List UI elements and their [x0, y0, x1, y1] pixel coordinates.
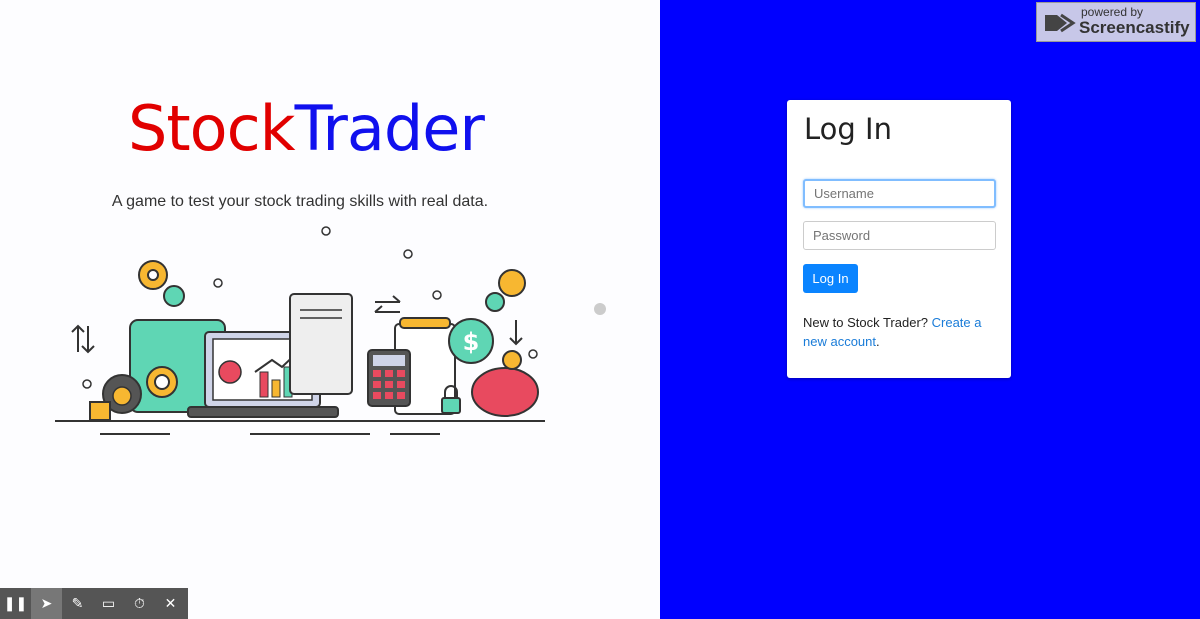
resize-handle[interactable] [594, 303, 606, 315]
username-input[interactable] [803, 179, 996, 208]
login-button[interactable]: Log In [803, 264, 858, 293]
timer-icon[interactable]: ⏱ [124, 588, 155, 619]
pen-icon[interactable]: ✎ [62, 588, 93, 619]
signup-suffix: . [876, 334, 880, 349]
login-title: Log In [804, 112, 892, 146]
brand-stock: Stock [128, 92, 296, 165]
screencastify-name: Screencastify [1079, 18, 1190, 37]
login-card: Log In Log In New to Stock Trader? Creat… [787, 100, 1011, 378]
tagline: A game to test your stock trading skills… [111, 193, 489, 210]
password-input[interactable] [803, 221, 996, 250]
brand-trader: Trader [294, 92, 485, 165]
finance-illustration: $ [55, 226, 545, 435]
screencastify-badge: powered by Screencastify [1036, 2, 1196, 42]
cursor-icon[interactable]: ➤ [31, 588, 62, 619]
pause-icon[interactable]: ❚❚ [0, 588, 31, 619]
close-icon[interactable]: ✕ [155, 588, 186, 619]
eraser-icon[interactable]: ▭ [93, 588, 124, 619]
brand-logo: StockTrader [128, 92, 485, 165]
svg-text:$: $ [463, 328, 480, 356]
powered-by-text: powered by [1081, 5, 1144, 19]
signup-prompt: New to Stock Trader? Create a new accoun… [803, 313, 998, 351]
screencastify-logo-icon [1045, 13, 1076, 33]
intro-panel: StockTrader A game to test your stock tr… [0, 0, 660, 619]
signup-prefix: New to Stock Trader? [803, 315, 932, 330]
recording-toolbar: ❚❚ ➤ ✎ ▭ ⏱ ✕ [0, 588, 188, 619]
